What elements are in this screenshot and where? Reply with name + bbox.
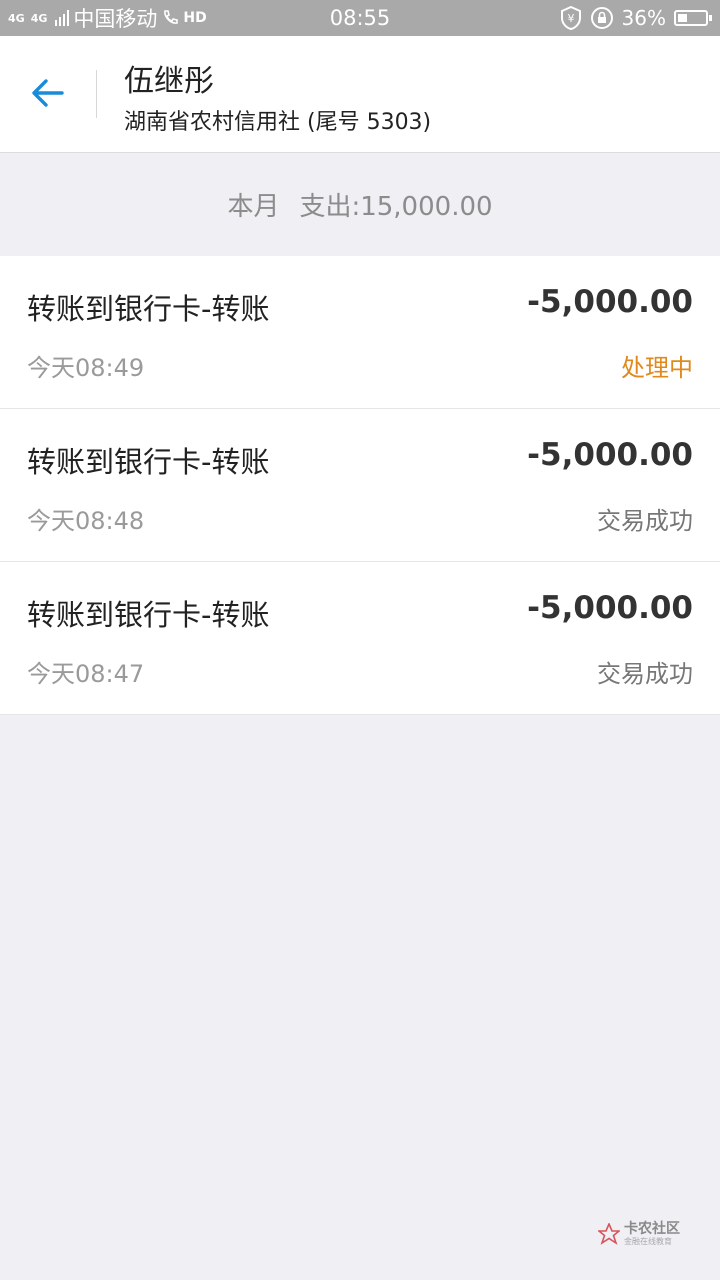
arrow-left-icon <box>32 79 64 107</box>
watermark-subtext: 金融在线教育 <box>624 1237 672 1246</box>
svg-text:¥: ¥ <box>567 12 574 25</box>
transaction-time: 今天08:47 <box>27 660 145 688</box>
transaction-status: 交易成功 <box>597 507 693 535</box>
watermark: 卡农社区 金融在线教育 <box>598 1222 680 1246</box>
transaction-list: 转账到银行卡-转账 -5,000.00 今天08:49 处理中 转账到银行卡-转… <box>0 256 720 715</box>
rotation-lock-icon <box>590 7 613 29</box>
transaction-title: 转账到银行卡-转账 <box>27 445 270 479</box>
status-bar: 4G 4G 中国移动 HD 08:55 ¥ 36% <box>0 0 720 36</box>
battery-percent: 36% <box>621 6 666 30</box>
account-header: 伍继彤 湖南省农村信用社 (尾号 5303) <box>0 36 720 153</box>
yen-shield-icon: ¥ <box>560 6 581 30</box>
transaction-amount: -5,000.00 <box>527 284 693 320</box>
battery-fill <box>678 14 687 22</box>
transaction-status: 交易成功 <box>597 660 693 688</box>
transaction-time: 今天08:49 <box>27 354 145 382</box>
watermark-text: 卡农社区 <box>624 1221 680 1237</box>
battery-icon <box>674 10 712 26</box>
transaction-title: 转账到银行卡-转账 <box>27 292 270 326</box>
summary-period: 本月 <box>227 191 280 222</box>
transaction-time: 今天08:48 <box>27 507 145 535</box>
transaction-row[interactable]: 转账到银行卡-转账 -5,000.00 今天08:47 交易成功 <box>0 562 720 715</box>
transaction-row[interactable]: 转账到银行卡-转账 -5,000.00 今天08:49 处理中 <box>0 256 720 409</box>
transaction-amount: -5,000.00 <box>527 590 693 626</box>
month-summary: 本月 支出:15,000.00 <box>0 154 720 254</box>
transaction-status: 处理中 <box>621 354 693 382</box>
transaction-title: 转账到银行卡-转账 <box>27 598 270 632</box>
transaction-amount: -5,000.00 <box>527 437 693 473</box>
watermark-logo-icon <box>598 1223 620 1245</box>
summary-expense: 支出:15,000.00 <box>299 191 493 222</box>
account-name: 伍继彤 <box>124 64 214 99</box>
header-divider <box>96 70 97 118</box>
transaction-row[interactable]: 转账到银行卡-转账 -5,000.00 今天08:48 交易成功 <box>0 409 720 562</box>
status-right: ¥ 36% <box>560 0 712 36</box>
back-button[interactable] <box>18 60 78 126</box>
bank-card-info: 湖南省农村信用社 (尾号 5303) <box>124 110 432 135</box>
